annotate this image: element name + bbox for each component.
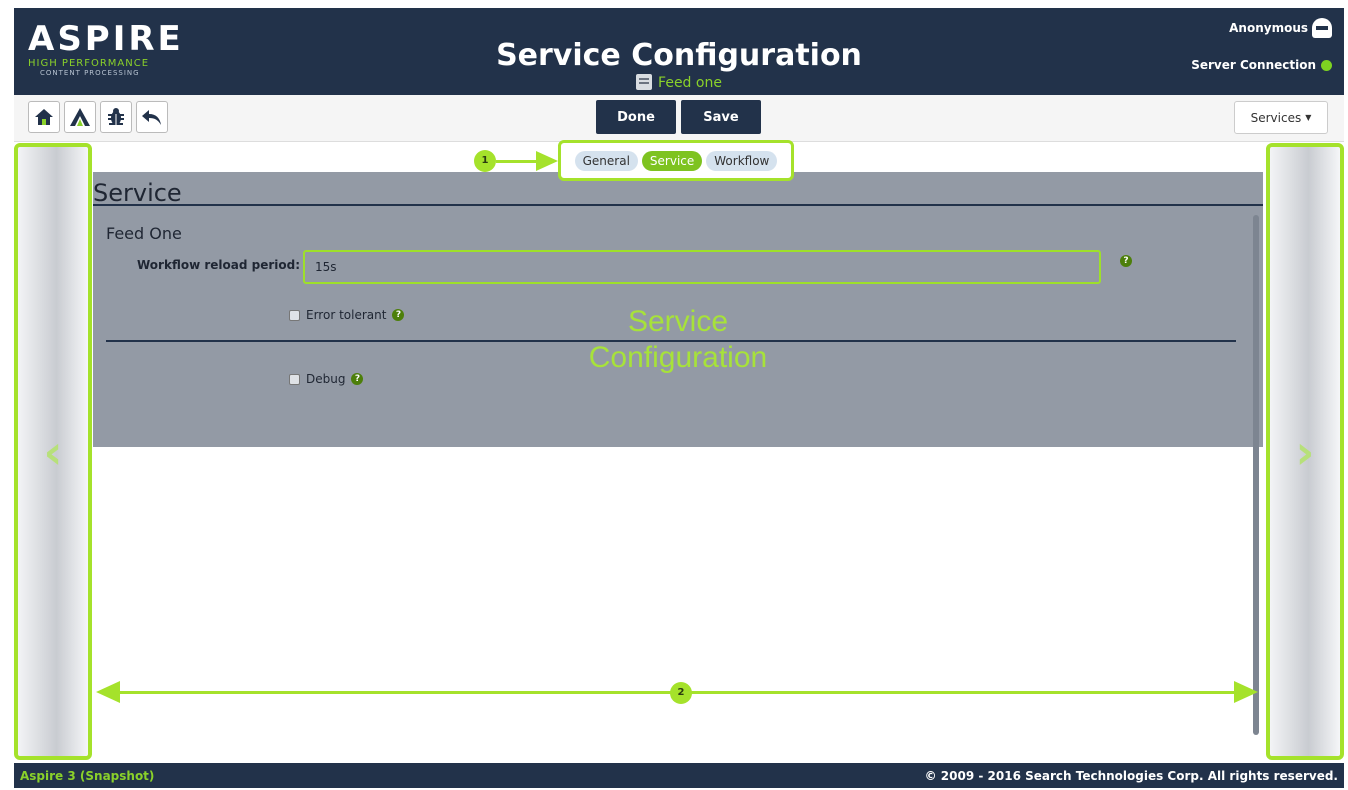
undo-icon	[142, 110, 161, 125]
help-icon[interactable]: ?	[351, 373, 364, 385]
error-tolerant-label: Error tolerant	[306, 308, 387, 322]
user-area: Anonymous Server Connection	[1191, 18, 1332, 72]
tab-bar: General Service Workflow	[558, 140, 794, 181]
header-bar: ASPIRE HIGH PERFORMANCE CONTENT PROCESSI…	[14, 8, 1344, 95]
debug-row: Debug ?	[289, 372, 364, 386]
app-window: ASPIRE HIGH PERFORMANCE CONTENT PROCESSI…	[0, 0, 1348, 790]
connection-status-icon	[1321, 59, 1332, 71]
annotation-badge-2: 2	[670, 682, 692, 704]
anonymous-user-icon[interactable]	[1312, 18, 1332, 38]
debug-label: Debug	[306, 372, 346, 386]
subtitle-text: Feed one	[658, 75, 722, 91]
tab-workflow[interactable]: Workflow	[706, 150, 778, 171]
debug-button[interactable]	[100, 101, 132, 133]
help-icon[interactable]: ?	[392, 309, 405, 321]
database-icon	[636, 74, 653, 90]
aspire-logo-icon	[70, 108, 90, 126]
annotation-label: Service Configuration	[573, 304, 783, 376]
copyright-text: © 2009 - 2016 Search Technologies Corp. …	[924, 768, 1338, 783]
home-icon	[35, 109, 53, 125]
section-title: Feed One	[106, 224, 182, 243]
server-connection-label: Server Connection	[1191, 58, 1316, 72]
error-tolerant-checkbox[interactable]	[289, 309, 300, 321]
arrow-head-right-icon	[536, 151, 558, 171]
aspire-button[interactable]	[64, 101, 96, 133]
tab-service[interactable]: Service	[641, 150, 703, 171]
workflow-reload-label: Workflow reload period:	[137, 258, 301, 272]
caret-down-icon: ▼	[1305, 113, 1312, 122]
annotation-arrow-1	[496, 160, 540, 163]
help-icon[interactable]: ?	[1120, 255, 1132, 267]
error-tolerant-row: Error tolerant ?	[289, 308, 405, 322]
title-divider	[93, 204, 1263, 206]
services-dropdown[interactable]: Services ▼	[1234, 101, 1328, 134]
previous-page-button[interactable]: ‹	[14, 143, 92, 760]
save-button[interactable]: Save	[681, 100, 761, 134]
page-subtitle: Feed one	[14, 74, 1344, 92]
chevron-left-icon: ‹	[43, 424, 63, 479]
page-title: Service Configuration	[496, 38, 862, 73]
arrow-head-right-icon	[1234, 681, 1258, 703]
vertical-scrollbar[interactable]	[1253, 215, 1259, 735]
services-label: Services	[1250, 110, 1302, 125]
home-button[interactable]	[28, 101, 60, 133]
annotation-line-2: Configuration	[588, 341, 768, 374]
version-label: Aspire 3 (Snapshot)	[20, 768, 155, 783]
done-button[interactable]: Done	[596, 100, 676, 134]
user-name[interactable]: Anonymous	[1229, 21, 1308, 35]
back-button[interactable]	[136, 101, 168, 133]
workflow-reload-input[interactable]: 15s	[303, 250, 1101, 284]
bug-icon	[108, 108, 124, 125]
annotation-line-1: Service	[627, 305, 729, 338]
tab-general[interactable]: General	[574, 150, 638, 171]
next-page-button[interactable]: ›	[1266, 143, 1344, 760]
service-panel: Service Feed One Workflow reload period:…	[93, 172, 1263, 447]
arrow-head-left-icon	[96, 681, 120, 703]
annotation-badge-1: 1	[474, 150, 496, 172]
debug-checkbox[interactable]	[289, 373, 300, 385]
chevron-right-icon: ›	[1295, 424, 1315, 479]
toolbar: Done Save Services ▼	[14, 95, 1344, 142]
footer-bar: Aspire 3 (Snapshot) © 2009 - 2016 Search…	[14, 763, 1344, 788]
